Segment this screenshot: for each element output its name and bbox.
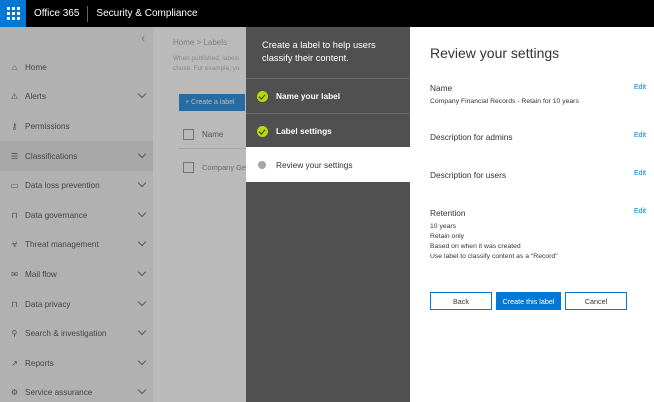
step-review-your-settings[interactable]: Review your settings bbox=[246, 147, 410, 182]
check-circle-icon bbox=[257, 125, 268, 137]
wizard-intro: Create a label to help users classify th… bbox=[262, 40, 376, 63]
app-launcher-icon[interactable] bbox=[0, 0, 26, 27]
back-button[interactable]: Back bbox=[430, 292, 492, 310]
step-name-your-label[interactable]: Name your label bbox=[246, 78, 410, 113]
edit-user-description-link[interactable]: Edit bbox=[634, 170, 646, 177]
retention-line: Retain only bbox=[430, 233, 465, 240]
retention-line: Based on when it was created bbox=[430, 243, 521, 250]
step-label: Review your settings bbox=[276, 159, 353, 170]
retention-line: Use label to classify content as a "Reco… bbox=[430, 253, 558, 260]
edit-retention-link[interactable]: Edit bbox=[634, 208, 646, 215]
review-settings-panel: Review your settings Name Edit Company F… bbox=[410, 27, 654, 402]
step-label: Name your label bbox=[276, 91, 341, 101]
top-bar: Office 365 Security & Compliance bbox=[0, 0, 654, 27]
cancel-button[interactable]: Cancel bbox=[565, 292, 627, 310]
page-title: Review your settings bbox=[430, 45, 560, 61]
check-circle-icon bbox=[257, 90, 268, 102]
edit-admin-description-link[interactable]: Edit bbox=[634, 132, 646, 139]
wizard-steps-panel: Create a label to help users classify th… bbox=[246, 27, 410, 402]
step-label: Label settings bbox=[276, 126, 332, 136]
admin-description-title: Description for admins bbox=[430, 132, 513, 142]
retention-line: 10 years bbox=[430, 223, 457, 230]
app-name[interactable]: Office 365 bbox=[26, 8, 87, 19]
edit-name-link[interactable]: Edit bbox=[634, 84, 646, 91]
retention-section-title: Retention bbox=[430, 208, 466, 218]
section-name[interactable]: Security & Compliance bbox=[88, 8, 205, 19]
create-this-label-button[interactable]: Create this label bbox=[496, 292, 561, 310]
user-description-title: Description for users bbox=[430, 170, 507, 180]
current-step-dot-icon bbox=[258, 160, 266, 169]
name-section-title: Name bbox=[430, 83, 453, 93]
step-label-settings[interactable]: Label settings bbox=[246, 113, 410, 148]
label-name-value: Company Financial Records - Retain for 1… bbox=[430, 98, 579, 105]
